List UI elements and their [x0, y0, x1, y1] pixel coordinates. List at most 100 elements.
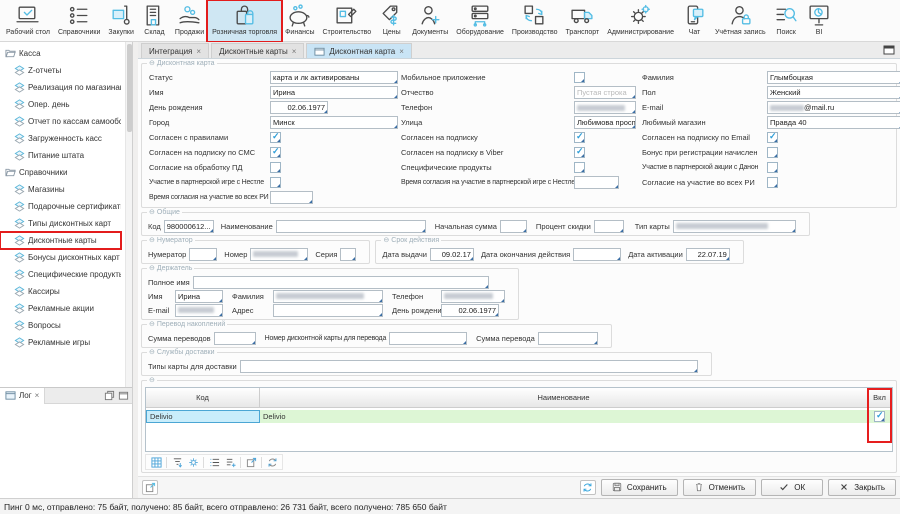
input-field[interactable]	[270, 191, 313, 204]
discard-button[interactable]: Отменить	[683, 479, 757, 496]
checkbox[interactable]: ✓	[270, 177, 281, 188]
toolbar-item-warehouse[interactable]: Склад	[138, 1, 171, 41]
close-button[interactable]: Закрыть	[828, 479, 896, 496]
input-field[interactable]	[574, 101, 636, 114]
sidebar-item[interactable]: Z-отчеты	[0, 62, 121, 79]
group-header[interactable]: ⊖	[147, 377, 157, 384]
sidebar-item[interactable]: Подарочные сертификаты	[0, 198, 121, 215]
minimize-window-icon[interactable]	[118, 390, 129, 401]
toolbar-item-search[interactable]: Поиск	[770, 1, 803, 41]
sidebar-item[interactable]: Рекламные игры	[0, 334, 121, 351]
save-button[interactable]: Сохранить	[601, 479, 678, 496]
input-field[interactable]: 02.06.1977	[441, 304, 499, 317]
close-icon[interactable]: ×	[292, 47, 297, 56]
group-header[interactable]: ⊖Держатель	[147, 265, 194, 272]
filter-button[interactable]	[170, 456, 184, 469]
checkbox[interactable]: ✓	[270, 162, 281, 173]
sidebar-item[interactable]: Магазины	[0, 181, 121, 198]
reload-button[interactable]	[265, 456, 279, 469]
column-header-2[interactable]: Вкл	[868, 388, 892, 408]
input-field[interactable]	[240, 360, 698, 373]
toolbar-item-prices[interactable]: Цены	[375, 1, 408, 41]
input-field[interactable]	[340, 248, 356, 261]
input-field[interactable]	[273, 304, 383, 317]
sidebar-item[interactable]: Отчет по кассам самообслуживан	[0, 113, 121, 130]
input-field[interactable]	[574, 176, 619, 189]
sidebar-item[interactable]: Дисконтные карты	[0, 232, 121, 249]
detach-button[interactable]	[142, 480, 158, 495]
list-add-button[interactable]	[223, 456, 237, 469]
checkbox[interactable]: ✓	[767, 147, 778, 158]
input-field[interactable]: Правда 40	[767, 116, 900, 129]
input-field[interactable]	[250, 248, 308, 261]
ok-button[interactable]: ОК	[761, 479, 823, 496]
toolbar-item-bi[interactable]: BI	[803, 1, 836, 41]
input-field[interactable]: Минск	[270, 116, 398, 129]
toolbar-item-production[interactable]: Производство	[508, 1, 562, 41]
column-header-1[interactable]: Наименование	[260, 388, 868, 408]
checkbox[interactable]: ✓	[270, 147, 281, 158]
toolbar-item-account[interactable]: Учётная запись	[711, 1, 770, 41]
toolbar-item-desktop[interactable]: Рабочий стол	[2, 1, 54, 41]
tab-3[interactable]: Дисконтная карта×	[306, 43, 412, 58]
input-field[interactable]	[538, 332, 598, 345]
group-header[interactable]: ⊖Нумератор	[147, 237, 195, 244]
sidebar-item[interactable]: Рекламные акции	[0, 300, 121, 317]
toolbar-item-retail[interactable]: Розничная торговля	[208, 1, 281, 41]
tab-2[interactable]: Дисконтные карты×	[211, 43, 304, 58]
tab-1[interactable]: Интеграция×	[141, 43, 209, 58]
group-header[interactable]: ⊖Перевод накоплений	[147, 321, 227, 328]
input-field[interactable]	[441, 290, 505, 303]
group-header[interactable]: ⊖Общие	[147, 209, 182, 216]
checkbox[interactable]: ✓	[767, 177, 778, 188]
checkbox[interactable]: ✓	[767, 162, 778, 173]
input-field[interactable]: @mail.ru	[767, 101, 900, 114]
checkbox[interactable]: ✓	[574, 72, 585, 83]
input-field[interactable]	[500, 220, 527, 233]
tab-log[interactable]: Лог ×	[0, 388, 45, 404]
sidebar-item[interactable]: Типы дисконтных карт	[0, 215, 121, 232]
close-icon[interactable]: ×	[196, 47, 201, 56]
maximize-icon[interactable]	[883, 45, 895, 55]
group-header[interactable]: ⊖Службы доставки	[147, 349, 217, 356]
input-field[interactable]	[276, 220, 426, 233]
sidebar-item[interactable]: Загруженность касс	[0, 130, 121, 147]
input-field[interactable]: Ирина	[270, 86, 398, 99]
toolbar-item-directories[interactable]: Справочники	[54, 1, 104, 41]
sidebar-item[interactable]: Питание штата	[0, 147, 121, 164]
toolbar-item-equipment[interactable]: Оборудование	[452, 1, 508, 41]
group-header[interactable]: ⊖Дисконтная карта	[147, 60, 217, 67]
checkbox[interactable]: ✓	[574, 147, 585, 158]
toolbar-item-sales[interactable]: Продажи	[171, 1, 208, 41]
input-field[interactable]: 22.07.19	[686, 248, 730, 261]
sidebar-item[interactable]: Опер. день	[0, 96, 121, 113]
sidebar-scrollbar[interactable]	[125, 42, 132, 387]
open-external-button[interactable]	[244, 456, 258, 469]
input-field[interactable]: Пустая строка	[574, 86, 636, 99]
input-field[interactable]: карта и лк активированы	[270, 71, 398, 84]
input-field[interactable]: Женский	[767, 86, 900, 99]
sidebar-item[interactable]: Специфические продукты	[0, 266, 121, 283]
input-field[interactable]	[673, 220, 796, 233]
column-header-0[interactable]: Код	[146, 388, 260, 408]
toolbar-item-documents[interactable]: Документы	[408, 1, 452, 41]
sidebar-item[interactable]: Кассиры	[0, 283, 121, 300]
sidebar-item[interactable]: Вопросы	[0, 317, 121, 334]
cell-code[interactable]: Delivio	[146, 410, 260, 423]
sidebar-group-0[interactable]: Касса	[0, 45, 132, 62]
input-field[interactable]	[573, 248, 621, 261]
input-field[interactable]: Глымбоцкая	[767, 71, 900, 84]
float-window-icon[interactable]	[104, 390, 115, 401]
table-row[interactable]: DelivioDelivio✓	[146, 410, 892, 423]
input-field[interactable]	[175, 304, 223, 317]
toolbar-item-chat[interactable]: Чат	[678, 1, 711, 41]
sidebar-item[interactable]: Бонусы дисконтных карт (SET)	[0, 249, 121, 266]
input-field[interactable]: Любимова проспект	[574, 116, 636, 129]
checkbox[interactable]: ✓	[767, 132, 778, 143]
input-field[interactable]: 02.06.1977	[270, 101, 328, 114]
table-grid-button[interactable]	[149, 456, 163, 469]
input-field[interactable]	[214, 332, 256, 345]
input-field[interactable]	[273, 290, 383, 303]
refresh-button[interactable]	[580, 480, 596, 495]
checkbox[interactable]: ✓	[574, 132, 585, 143]
